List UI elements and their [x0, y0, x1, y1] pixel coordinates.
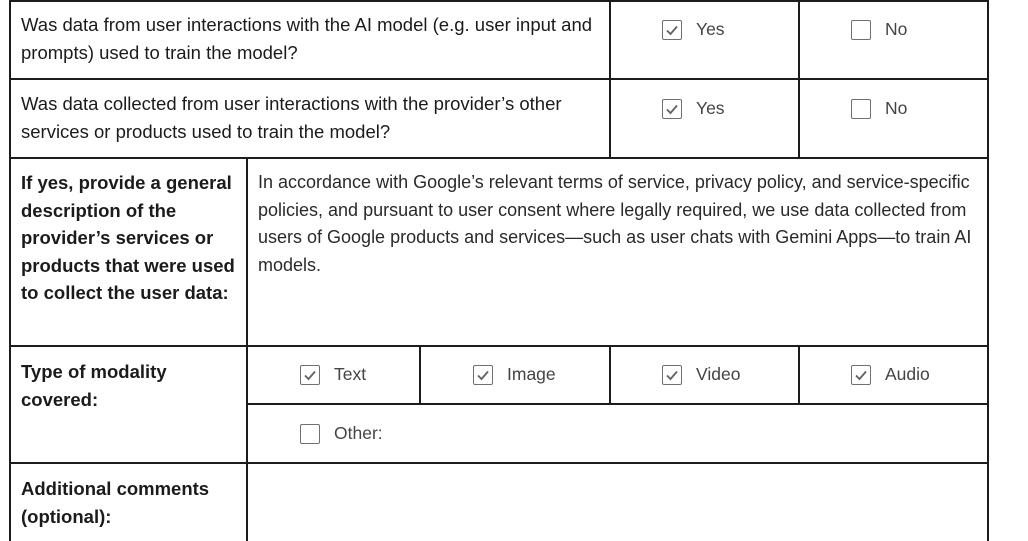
comments-label: Additional comments (optional): — [21, 478, 210, 527]
option-label: No — [885, 19, 908, 39]
table-border-top — [9, 0, 989, 2]
column-divider — [609, 0, 611, 158]
comments-field[interactable] — [248, 464, 987, 541]
row-divider — [9, 78, 989, 80]
checkbox-checked-icon[interactable] — [473, 364, 493, 385]
modality-option-text[interactable]: Text — [300, 364, 366, 385]
modality-label: Type of modality covered: — [21, 361, 167, 410]
checkbox-checked-icon[interactable] — [300, 364, 320, 385]
checkbox-checked-icon[interactable] — [662, 364, 682, 385]
modality-option-audio[interactable]: Audio — [851, 364, 930, 385]
checkbox-checked-icon[interactable] — [851, 364, 871, 385]
column-divider — [419, 345, 421, 404]
modality-option-image[interactable]: Image — [473, 364, 556, 385]
checkbox-checked-icon[interactable] — [662, 19, 682, 40]
description-label: If yes, provide a general description of… — [21, 172, 235, 303]
question-interaction-data: Was data from user interactions with the… — [21, 14, 593, 63]
option-no-interaction[interactable]: No — [851, 19, 907, 40]
row-divider — [9, 157, 989, 159]
option-label: Text — [334, 364, 367, 384]
modality-option-video[interactable]: Video — [662, 364, 740, 385]
question-other-services: Was data collected from user interaction… — [21, 93, 562, 142]
table-border-right — [987, 0, 989, 541]
option-label: No — [885, 98, 908, 118]
modality-option-other[interactable]: Other: — [300, 423, 383, 444]
option-yes-interaction[interactable]: Yes — [662, 19, 725, 40]
column-divider — [798, 345, 800, 404]
row-divider — [9, 345, 989, 347]
option-no-other-services[interactable]: No — [851, 98, 907, 119]
column-divider — [798, 0, 800, 158]
option-label: Audio — [885, 364, 930, 384]
checkbox-empty-icon[interactable] — [851, 19, 871, 40]
row-divider — [246, 403, 989, 405]
column-divider — [609, 345, 611, 404]
option-label: Image — [507, 364, 556, 384]
table-border-left — [9, 0, 11, 541]
option-label: Yes — [696, 19, 725, 39]
checkbox-empty-icon[interactable] — [300, 423, 320, 444]
option-label: Video — [696, 364, 741, 384]
option-label: Yes — [696, 98, 725, 118]
option-yes-other-services[interactable]: Yes — [662, 98, 725, 119]
checkbox-checked-icon[interactable] — [662, 98, 682, 119]
option-label: Other: — [334, 423, 383, 443]
checkbox-empty-icon[interactable] — [851, 98, 871, 119]
description-text: In accordance with Google’s relevant ter… — [258, 172, 972, 275]
